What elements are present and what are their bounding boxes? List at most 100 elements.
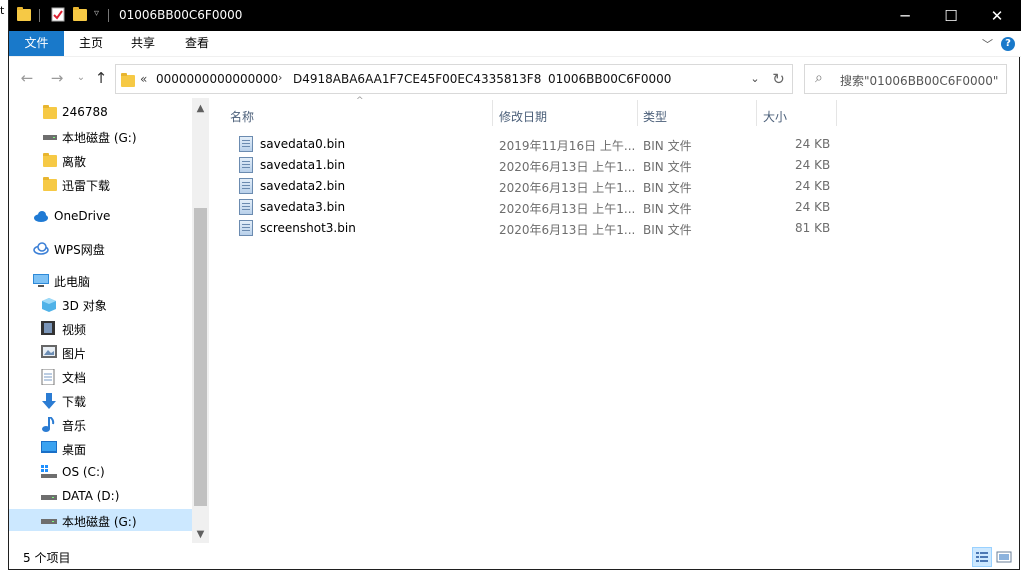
- sidebar-item-246788[interactable]: 246788: [9, 101, 192, 123]
- sidebar-item-music[interactable]: 音乐: [9, 413, 192, 435]
- folder-icon: [33, 153, 57, 167]
- status-bar: 5 个项目: [9, 543, 1021, 570]
- sidebar-item-drive-g-selected[interactable]: 本地磁盘 (G:): [9, 509, 192, 531]
- minimize-button[interactable]: ─: [882, 0, 928, 31]
- table-row[interactable]: savedata2.bin 2020年6月13日 上午1... BIN 文件 2…: [232, 176, 832, 197]
- column-header-date[interactable]: 修改日期: [499, 108, 547, 130]
- file-type: BIN 文件: [643, 223, 692, 237]
- chevron-down-icon[interactable]: ﹀: [982, 36, 993, 52]
- file-date: 2020年6月13日 上午1...: [499, 181, 636, 195]
- file-name: savedata3.bin: [260, 200, 346, 214]
- sidebar-scrollbar[interactable]: ▲ ▼: [192, 98, 209, 543]
- sidebar-item-desktop[interactable]: 桌面: [9, 437, 192, 459]
- breadcrumb-item[interactable]: D4918ABA6AA1F7CE45F00EC4335813F8: [293, 72, 541, 86]
- sidebar-item-wps[interactable]: WPS网盘: [9, 237, 192, 259]
- sort-ascending-icon: ^: [356, 96, 364, 106]
- breadcrumb-overflow[interactable]: «: [140, 72, 147, 86]
- file-size: 24 KB: [795, 179, 831, 193]
- breadcrumb-separator[interactable]: ›: [278, 71, 282, 84]
- wps-cloud-icon: [33, 241, 49, 255]
- scroll-up-button[interactable]: ▲: [192, 100, 209, 117]
- sidebar-item-label: 下载: [62, 395, 87, 409]
- sidebar-item-downloads[interactable]: 下载: [9, 389, 192, 411]
- forward-button[interactable]: →: [47, 68, 67, 88]
- bin-file-icon: [239, 136, 253, 152]
- sidebar-item-drive-c[interactable]: OS (C:): [9, 461, 192, 483]
- file-name: savedata0.bin: [260, 137, 346, 151]
- sidebar-item-drive-d[interactable]: DATA (D:): [9, 485, 192, 507]
- sidebar-item-lisan[interactable]: 离散: [9, 149, 192, 171]
- file-date: 2020年6月13日 上午1...: [499, 223, 636, 237]
- close-button[interactable]: ✕: [974, 0, 1020, 31]
- large-icons-view-icon: [996, 551, 1012, 563]
- up-button[interactable]: ↑: [91, 68, 111, 88]
- sidebar-item-onedrive[interactable]: OneDrive: [9, 205, 192, 227]
- file-date: 2020年6月13日 上午1...: [499, 160, 636, 174]
- sidebar-item-pictures[interactable]: 图片: [9, 341, 192, 363]
- customize-toolbar-icon[interactable]: ▿: [94, 8, 99, 25]
- file-type: BIN 文件: [643, 202, 692, 216]
- tab-home[interactable]: 主页: [71, 31, 111, 56]
- table-row[interactable]: savedata1.bin 2020年6月13日 上午1... BIN 文件 2…: [232, 155, 832, 176]
- sidebar-item-videos[interactable]: 视频: [9, 317, 192, 339]
- sidebar-item-this-pc[interactable]: 此电脑: [9, 269, 192, 291]
- sidebar-item-label: 文档: [62, 371, 87, 385]
- tab-share[interactable]: 共享: [123, 31, 163, 56]
- table-row[interactable]: savedata3.bin 2020年6月13日 上午1... BIN 文件 2…: [232, 197, 832, 218]
- bin-file-icon: [239, 199, 253, 215]
- sidebar-item-label: 视频: [62, 323, 87, 337]
- tab-file[interactable]: 文件: [9, 31, 64, 56]
- file-name: savedata1.bin: [260, 158, 346, 172]
- sidebar-item-drive-g[interactable]: 本地磁盘 (G:): [9, 125, 192, 147]
- navigation-pane: 246788 本地磁盘 (G:) 离散 迅雷下载 OneDrive WPS网盘 …: [9, 98, 209, 543]
- sidebar-item-documents[interactable]: 文档: [9, 365, 192, 387]
- breadcrumb-item[interactable]: 01006BB00C6F0000: [548, 72, 671, 86]
- sidebar-item-label: 迅雷下载: [62, 179, 111, 193]
- file-list: ^ 名称 修改日期 类型 大小 savedata0.bin 2019年11月16…: [219, 96, 1021, 543]
- picture-icon: [41, 345, 57, 359]
- title-bar: ▿ 01006BB00C6F0000 ─ ☐ ✕: [9, 0, 1021, 31]
- back-button[interactable]: ←: [17, 68, 37, 88]
- drive-icon: [41, 513, 57, 527]
- folder-icon: [33, 177, 57, 191]
- column-header-type[interactable]: 类型: [643, 108, 667, 130]
- search-input[interactable]: ⌕ 搜索"01006BB00C6F0000": [804, 64, 1007, 94]
- folder-icon: [121, 73, 135, 87]
- file-name: screenshot3.bin: [260, 221, 356, 235]
- scroll-thumb[interactable]: [194, 208, 207, 506]
- ribbon: 文件 主页 共享 查看 ﹀ ?: [9, 31, 1021, 57]
- sidebar-item-xunlei[interactable]: 迅雷下载: [9, 173, 192, 195]
- breadcrumb-item[interactable]: 0000000000000000: [156, 72, 278, 86]
- refresh-button[interactable]: ↻: [765, 64, 793, 94]
- document-icon: [41, 368, 55, 386]
- details-view-icon: [976, 552, 988, 562]
- computer-icon: [33, 273, 49, 287]
- sidebar-item-label: DATA (D:): [62, 489, 120, 503]
- address-dropdown-button[interactable]: ⌄: [744, 65, 766, 93]
- sidebar-item-label: 桌面: [62, 443, 87, 457]
- details-view-button[interactable]: [972, 547, 992, 567]
- recent-locations-button[interactable]: ⌄: [71, 68, 91, 88]
- bin-file-icon: [239, 157, 253, 173]
- bin-file-icon: [239, 178, 253, 194]
- column-header-name[interactable]: 名称: [230, 108, 254, 130]
- maximize-button[interactable]: ☐: [928, 0, 974, 31]
- large-icons-view-button[interactable]: [994, 547, 1014, 567]
- scroll-down-button[interactable]: ▼: [192, 526, 209, 543]
- address-bar[interactable]: « 0000000000000000 › D4918ABA6AA1F7CE45F…: [115, 64, 793, 94]
- sidebar-item-3d-objects[interactable]: 3D 对象: [9, 293, 192, 315]
- table-row[interactable]: screenshot3.bin 2020年6月13日 上午1... BIN 文件…: [232, 218, 832, 239]
- breadcrumb-separator[interactable]: ›: [534, 71, 538, 84]
- column-header-size[interactable]: 大小: [763, 108, 787, 130]
- drive-icon: [43, 129, 57, 143]
- table-row[interactable]: savedata0.bin 2019年11月16日 上午... BIN 文件 2…: [232, 134, 832, 155]
- file-name: savedata2.bin: [260, 179, 346, 193]
- sidebar-item-label: 此电脑: [54, 275, 91, 289]
- navigation-bar: ← → ⌄ ↑ « 0000000000000000 › D4918ABA6AA…: [9, 58, 1021, 98]
- item-count: 5 个项目: [23, 551, 71, 565]
- properties-icon[interactable]: [51, 7, 65, 24]
- edge-glyph: t: [0, 4, 5, 17]
- file-size: 24 KB: [795, 200, 831, 214]
- help-icon[interactable]: ?: [1001, 37, 1015, 51]
- tab-view[interactable]: 查看: [177, 31, 217, 56]
